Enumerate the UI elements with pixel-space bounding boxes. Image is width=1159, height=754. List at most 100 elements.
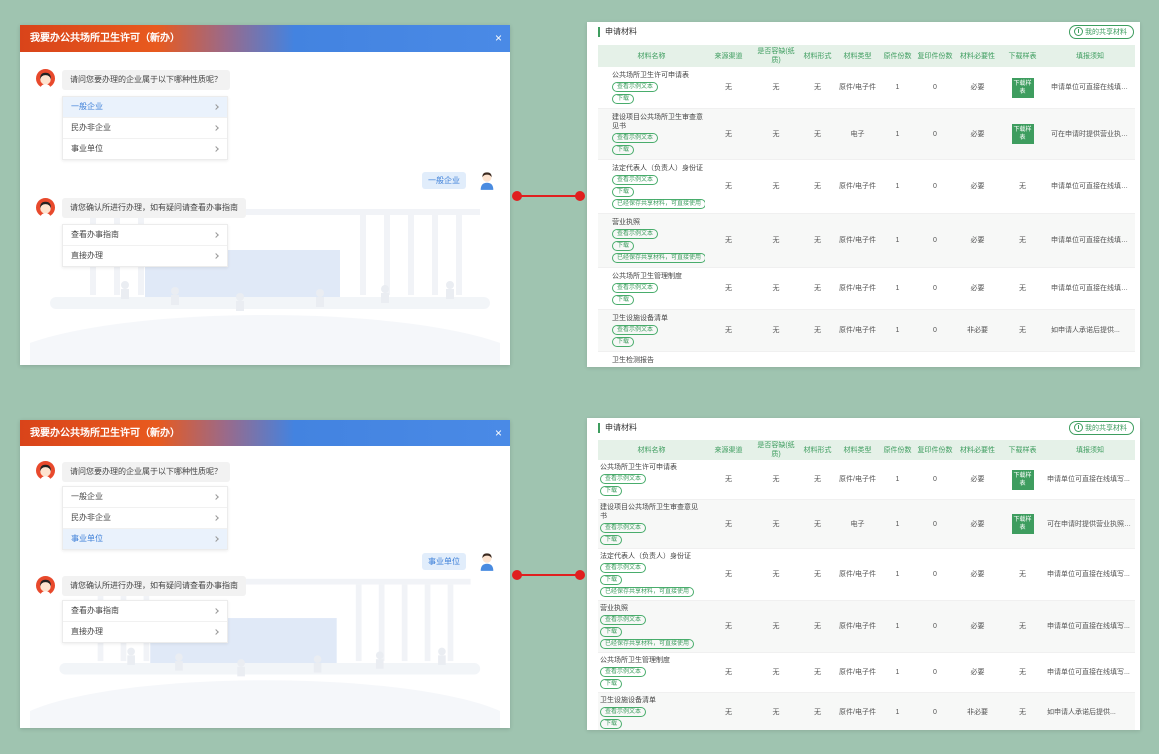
table-cell: 原件/电子件: [835, 692, 880, 730]
table-row: 建设项目公共场所卫生审查意见书 查看示例文本 下载无无无电子 1 0 必要 下载样表 可在申请…: [598, 499, 1135, 549]
table-cell: 1: [880, 652, 915, 693]
material-tag[interactable]: 下载: [600, 627, 623, 637]
column-header: 材料必要性: [955, 440, 1000, 460]
table-cell: 无: [800, 600, 835, 653]
material-tag[interactable]: 下载: [612, 145, 635, 155]
table-cell: 0: [915, 309, 955, 352]
table-cell: 无: [800, 159, 835, 214]
download-sample-button[interactable]: 下载样表: [1011, 77, 1034, 98]
table-cell: 无: [752, 460, 800, 500]
user-message: 事业单位: [422, 553, 466, 570]
connector-dot: [575, 570, 585, 580]
option-item[interactable]: 查看办事指南: [63, 225, 227, 246]
option-list: 一般企业 民办非企业 事业单位: [62, 96, 228, 160]
material-name-cell: 法定代表人（负责人）身份证 查看示例文本 下载 已经保存共享材料，可直接使用: [598, 548, 705, 601]
option-item[interactable]: 查看办事指南: [63, 601, 227, 622]
material-tag[interactable]: 下载: [612, 94, 635, 104]
material-tag[interactable]: 下载: [612, 187, 635, 197]
table-cell: 无: [752, 499, 800, 549]
option-list: 查看办事指南 直接办理: [62, 600, 228, 643]
material-tag[interactable]: 下载: [600, 486, 623, 496]
table-cell: 0: [915, 600, 955, 653]
my-shared-materials-button[interactable]: 我的共享材料: [1069, 25, 1134, 39]
option-item[interactable]: 事业单位: [63, 529, 227, 549]
sample-cell: 无: [1000, 159, 1045, 214]
material-tag[interactable]: 下载: [600, 535, 623, 545]
dialog-header: 我要办公共场所卫生许可（新办） ×: [20, 420, 510, 446]
table-cell: 0: [915, 692, 955, 730]
material-tag[interactable]: 查看示例文本: [600, 563, 647, 573]
material-name-cell: 营业执照 查看示例文本 下载 已经保存共享材料，可直接使用: [598, 213, 705, 268]
table-cell: 无: [705, 652, 752, 693]
table-row: 公共场所卫生许可申请表 查看示例文本 下载无无无原件/电子件 1 0 必要 下载样表 申请单位…: [598, 67, 1135, 109]
material-tag[interactable]: 已经保存共享材料，可直接使用: [612, 253, 705, 263]
table-cell: 1: [880, 351, 915, 367]
table-cell: 无: [752, 600, 800, 653]
option-item[interactable]: 直接办理: [63, 622, 227, 642]
table-cell: 1: [880, 267, 915, 310]
panel-title: 申请材料: [598, 27, 637, 37]
column-header: 填报须知: [1045, 45, 1135, 67]
option-item[interactable]: 一般企业: [63, 487, 227, 508]
column-header: 是否容缺(纸质): [752, 45, 800, 67]
material-tag[interactable]: 查看示例文本: [600, 667, 647, 677]
material-tag[interactable]: 查看示例文本: [600, 523, 647, 533]
material-tag[interactable]: 已经保存共享材料，可直接使用: [600, 639, 695, 649]
download-sample-button[interactable]: 下载样表: [1011, 469, 1034, 490]
option-item[interactable]: 一般企业: [63, 97, 227, 118]
option-item[interactable]: 民办非企业: [63, 118, 227, 139]
table-cell: 原件/电子件: [835, 159, 880, 214]
material-tag[interactable]: 下载: [612, 241, 635, 251]
option-item[interactable]: 直接办理: [63, 246, 227, 266]
material-tag[interactable]: 已经保存共享材料，可直接使用: [600, 587, 695, 597]
table-cell: 无: [705, 460, 752, 500]
table-cell: 原件/电子件: [835, 351, 880, 367]
table-cell: 无: [800, 548, 835, 601]
material-tag[interactable]: 下载: [600, 575, 623, 585]
material-tag[interactable]: 查看示例文本: [600, 474, 647, 484]
close-icon[interactable]: ×: [495, 31, 502, 45]
material-tag[interactable]: 查看示例文本: [612, 133, 659, 143]
sample-text: 无: [1019, 669, 1026, 676]
table-cell: 无: [752, 108, 800, 160]
material-tag[interactable]: 查看示例文本: [612, 82, 659, 92]
table-row: 卫生检测报告查看示例文本下载无无无原件/电子件10非必要无如申请人承诺后提供..…: [598, 351, 1135, 367]
column-header: 材料类型: [835, 45, 880, 67]
table-cell: 无: [705, 159, 752, 214]
material-tag[interactable]: 下载: [600, 719, 623, 729]
download-sample-button[interactable]: 下载样表: [1011, 124, 1034, 144]
option-item[interactable]: 事业单位: [63, 139, 227, 159]
material-tag[interactable]: 下载: [612, 337, 635, 347]
material-name: 公共场所卫生管理制度: [600, 657, 670, 664]
material-tag[interactable]: 查看示例文本: [600, 707, 647, 717]
material-name: 卫生设施设备清单: [600, 697, 656, 704]
my-shared-materials-button[interactable]: 我的共享材料: [1069, 421, 1134, 435]
chevron-right-icon: [213, 253, 219, 259]
material-name-cell: 建设项目公共场所卫生审查意见书 查看示例文本 下载: [598, 499, 705, 549]
option-item[interactable]: 民办非企业: [63, 508, 227, 529]
note-cell: 申请单位可直接在线填写...: [1045, 652, 1135, 693]
download-sample-button[interactable]: 下载样表: [1011, 514, 1034, 534]
material-tag[interactable]: 查看示例文本: [612, 229, 659, 239]
table-cell: 0: [915, 67, 955, 109]
column-header: 材料必要性: [955, 45, 1000, 67]
material-tag[interactable]: 下载: [600, 679, 623, 689]
material-tag[interactable]: 已经保存共享材料，可直接使用: [612, 199, 705, 209]
dialog-title: 我要办公共场所卫生许可（新办）: [30, 33, 180, 44]
table-cell: 无: [752, 692, 800, 730]
material-tag[interactable]: 下载: [612, 295, 635, 305]
close-icon[interactable]: ×: [495, 426, 502, 440]
table-cell: 1: [880, 309, 915, 352]
sample-text: 无: [1019, 285, 1026, 292]
assistant-message: 请您确认所进行办理，如有疑问请查看办事指南: [62, 198, 246, 218]
table-cell: 原件/电子件: [835, 67, 880, 109]
material-tag[interactable]: 查看示例文本: [612, 283, 659, 293]
table-cell: 0: [915, 548, 955, 601]
material-tag[interactable]: 查看示例文本: [600, 615, 647, 625]
material-tag[interactable]: 查看示例文本: [612, 325, 659, 335]
material-tag[interactable]: 查看示例文本: [612, 175, 659, 185]
note-cell: 申请单位可直接在线填写...: [1045, 67, 1135, 109]
materials-table: 材料名称 来源渠道 是否容缺(纸质) 材料形式 材料类型 原件份数 复印件份数 材料必要性 下载…: [598, 45, 1135, 367]
table-cell: 无: [800, 652, 835, 693]
column-header: 填报须知: [1045, 440, 1135, 460]
